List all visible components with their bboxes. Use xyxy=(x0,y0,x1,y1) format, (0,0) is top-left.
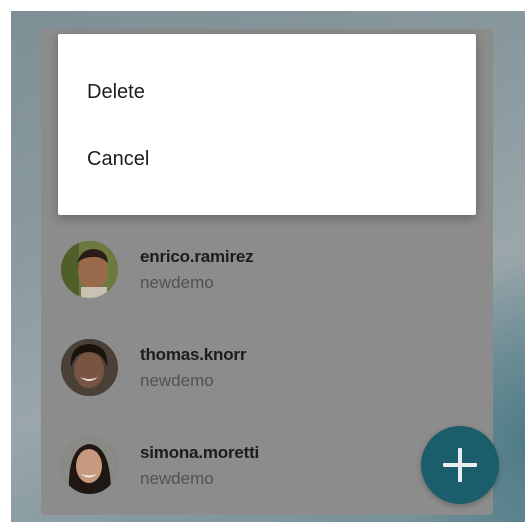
user-avatar xyxy=(61,241,118,298)
user-list-item[interactable]: enrico.ramirez newdemo xyxy=(41,233,493,303)
cancel-menu-item[interactable]: Cancel xyxy=(58,131,476,187)
user-name: thomas.knorr xyxy=(140,345,247,364)
delete-menu-item[interactable]: Delete xyxy=(58,64,476,120)
user-list-item[interactable]: thomas.knorr newdemo xyxy=(41,331,493,401)
add-user-button[interactable] xyxy=(421,426,499,504)
user-name: enrico.ramirez xyxy=(140,247,254,266)
user-name: simona.moretti xyxy=(140,443,260,462)
user-organization: newdemo xyxy=(140,371,214,390)
user-avatar xyxy=(61,339,118,396)
context-menu: Delete Cancel xyxy=(58,34,476,215)
user-organization: newdemo xyxy=(140,469,214,488)
user-avatar xyxy=(61,437,118,494)
user-organization: newdemo xyxy=(140,273,214,292)
plus-icon xyxy=(441,446,479,484)
